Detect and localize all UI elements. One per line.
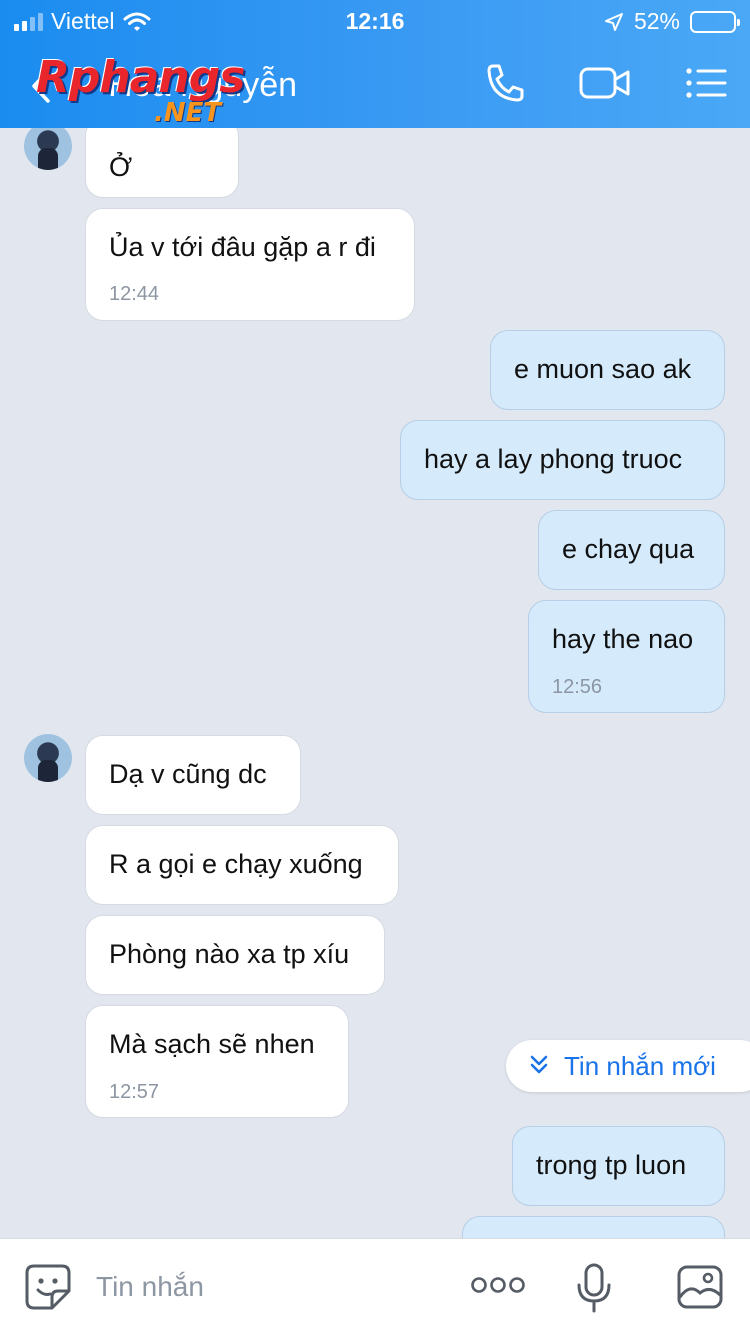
status-bar: Viettel 12:16 52% bbox=[0, 0, 750, 42]
video-call-icon[interactable] bbox=[578, 62, 632, 104]
message-bubble[interactable]: Ở bbox=[85, 128, 239, 198]
battery-icon bbox=[690, 10, 740, 33]
message-bubble[interactable]: e chay qua bbox=[538, 510, 725, 590]
message-time: 12:57 bbox=[109, 1081, 160, 1103]
composer-bar: Tin nhắn bbox=[0, 1238, 750, 1334]
microphone-icon[interactable] bbox=[576, 1263, 612, 1313]
message-bubble[interactable]: Dạ v cũng dc bbox=[85, 735, 301, 815]
message-text: hay the nao bbox=[552, 624, 694, 654]
phone-icon[interactable] bbox=[484, 62, 526, 104]
new-message-button[interactable]: Tin nhắn mới bbox=[506, 1040, 750, 1092]
message-text: Phòng nào xa tp xíu bbox=[109, 939, 350, 969]
double-chevron-down-icon bbox=[530, 1055, 548, 1074]
message-input[interactable]: Tin nhắn bbox=[96, 1271, 204, 1303]
sticker-icon[interactable] bbox=[24, 1263, 72, 1311]
watermark-logo: Rphangs .NET bbox=[36, 52, 245, 128]
message-text: hay a lay phong truoc bbox=[424, 444, 683, 474]
more-icon[interactable] bbox=[470, 1275, 526, 1295]
message-text: Ủa v tới đâu gặp a r đi bbox=[109, 232, 376, 262]
message-text: Mà sạch sẽ nhen bbox=[109, 1029, 315, 1059]
message-text: trong tp luon bbox=[536, 1150, 687, 1180]
message-text: Ở bbox=[109, 152, 133, 182]
message-bubble[interactable]: Phòng nào xa tp xíu bbox=[85, 915, 385, 995]
message-bubble[interactable]: e muon sao ak bbox=[490, 330, 725, 410]
message-text: Dạ v cũng dc bbox=[109, 759, 267, 789]
battery-percent: 52% bbox=[633, 8, 680, 34]
image-icon[interactable] bbox=[676, 1263, 724, 1311]
location-icon bbox=[604, 12, 623, 31]
avatar[interactable] bbox=[24, 128, 72, 170]
message-bubble[interactable]: trong tp luon bbox=[512, 1126, 725, 1206]
message-time: 12:56 bbox=[552, 676, 603, 698]
message-text: e muon sao ak bbox=[514, 354, 692, 384]
new-message-label: Tin nhắn mới bbox=[564, 1051, 716, 1081]
message-bubble[interactable] bbox=[462, 1216, 725, 1238]
message-text: R a gọi e chạy xuống bbox=[109, 849, 363, 879]
chat-header: Viettel 12:16 52% Hoa Nguyễn Rphangs .NE… bbox=[0, 0, 750, 128]
nav-bar: Hoa Nguyễn Rphangs .NET bbox=[0, 50, 750, 128]
message-text: e chay qua bbox=[562, 534, 695, 564]
message-bubble[interactable]: hay a lay phong truoc bbox=[400, 420, 725, 500]
avatar[interactable] bbox=[24, 734, 72, 782]
message-bubble[interactable]: R a gọi e chạy xuống bbox=[85, 825, 399, 905]
message-bubble[interactable]: Mà sạch sẽ nhen 12:57 bbox=[85, 1005, 349, 1118]
message-time: 12:44 bbox=[109, 283, 160, 305]
message-bubble[interactable]: Ủa v tới đâu gặp a r đi 12:44 bbox=[85, 208, 415, 321]
message-bubble[interactable]: hay the nao 12:56 bbox=[528, 600, 725, 713]
list-menu-icon[interactable] bbox=[684, 62, 728, 104]
